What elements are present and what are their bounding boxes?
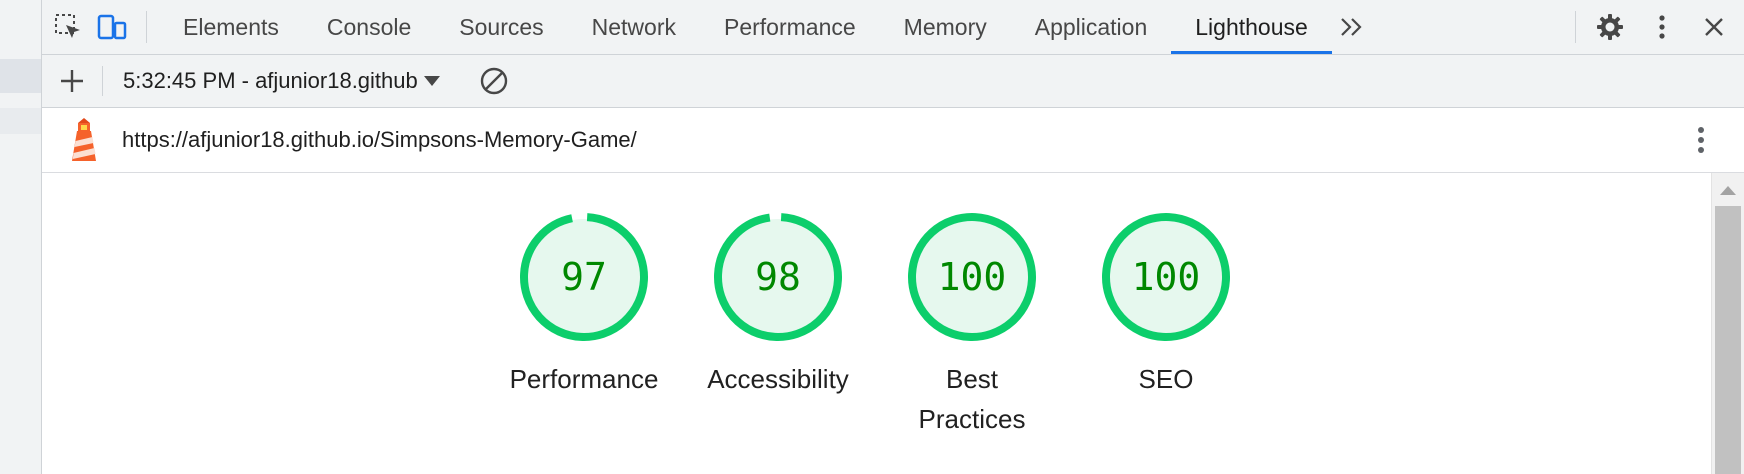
gauge-score: 98 (755, 255, 801, 299)
gauge-ring: 100 (1102, 213, 1230, 341)
left-panel-strip (0, 0, 42, 474)
report-url-bar: https://afjunior18.github.io/Simpsons-Me… (42, 108, 1744, 173)
gauge-score: 100 (938, 255, 1007, 299)
left-panel-selected-row[interactable] (0, 59, 41, 93)
gauge-label: Accessibility (707, 364, 849, 394)
tab-memory[interactable]: Memory (880, 0, 1011, 54)
gauge-ring: 97 (520, 213, 648, 341)
clear-block-icon[interactable] (476, 55, 512, 107)
report-selector-label: 5:32:45 PM - afjunior18.github (123, 68, 418, 93)
gauge-label: SEO (1138, 364, 1194, 394)
tab-application[interactable]: Application (1011, 0, 1172, 54)
report-url: https://afjunior18.github.io/Simpsons-Me… (122, 127, 637, 152)
chevron-down-icon (423, 76, 440, 86)
inspect-element-icon[interactable] (46, 0, 90, 54)
devtools-tabbar: Elements Console Sources Network Perform… (42, 0, 1744, 55)
tab-label: Performance (724, 13, 856, 40)
tab-elements[interactable]: Elements (159, 0, 303, 54)
lighthouse-toolbar: 5:32:45 PM - afjunior18.github (42, 55, 1744, 108)
device-toolbar-icon[interactable] (90, 0, 134, 54)
kebab-menu-icon[interactable] (1636, 0, 1688, 54)
close-icon[interactable] (1688, 0, 1740, 54)
gauge-label: Performance (509, 364, 659, 394)
gauge-ring: 100 (908, 213, 1036, 341)
tab-label: Console (326, 13, 412, 40)
gauge-score: 97 (561, 255, 607, 299)
tab-lighthouse[interactable]: Lighthouse (1171, 0, 1332, 54)
scrollbar-thumb[interactable] (1715, 206, 1741, 474)
tab-sources[interactable]: Sources (435, 0, 567, 54)
gauge-label: Best Practices (918, 364, 1026, 434)
lighthouse-logo-icon (62, 108, 106, 172)
tabbar-actions (1575, 0, 1744, 54)
tab-console[interactable]: Console (303, 0, 435, 54)
tab-label: Application (1034, 13, 1148, 40)
tab-label: Memory (903, 13, 987, 40)
kebab-menu-icon[interactable] (1686, 108, 1716, 172)
left-panel-row[interactable] (0, 108, 41, 134)
scroll-up-arrow-icon[interactable] (1720, 186, 1736, 195)
plus-icon[interactable] (42, 55, 102, 107)
tab-label: Network (591, 13, 676, 40)
gauge-score: 100 (1132, 255, 1201, 299)
lighthouse-report: 97 Performance 98 Accessibility 100 Best… (42, 173, 1712, 474)
tab-network[interactable]: Network (568, 0, 700, 54)
tab-label: Lighthouse (1195, 13, 1308, 40)
report-selector[interactable]: 5:32:45 PM - afjunior18.github (123, 68, 440, 94)
more-tabs-icon[interactable] (1332, 0, 1372, 54)
gauge-ring: 98 (714, 213, 842, 341)
score-gauge-seo[interactable]: 100 SEO (1081, 211, 1251, 399)
score-gauge-best-practices[interactable]: 100 Best Practices (887, 211, 1057, 439)
toolbar-divider (102, 66, 103, 96)
score-gauge-accessibility[interactable]: 98 Accessibility (693, 211, 863, 399)
score-gauge-performance[interactable]: 97 Performance (499, 211, 669, 399)
tabbar-divider (1575, 11, 1576, 43)
tab-performance[interactable]: Performance (700, 0, 880, 54)
tab-label: Sources (459, 13, 544, 40)
tabbar-divider (146, 11, 147, 43)
settings-gear-icon[interactable] (1584, 0, 1636, 54)
report-scrollbar[interactable] (1711, 173, 1744, 474)
tab-label: Elements (183, 13, 279, 40)
